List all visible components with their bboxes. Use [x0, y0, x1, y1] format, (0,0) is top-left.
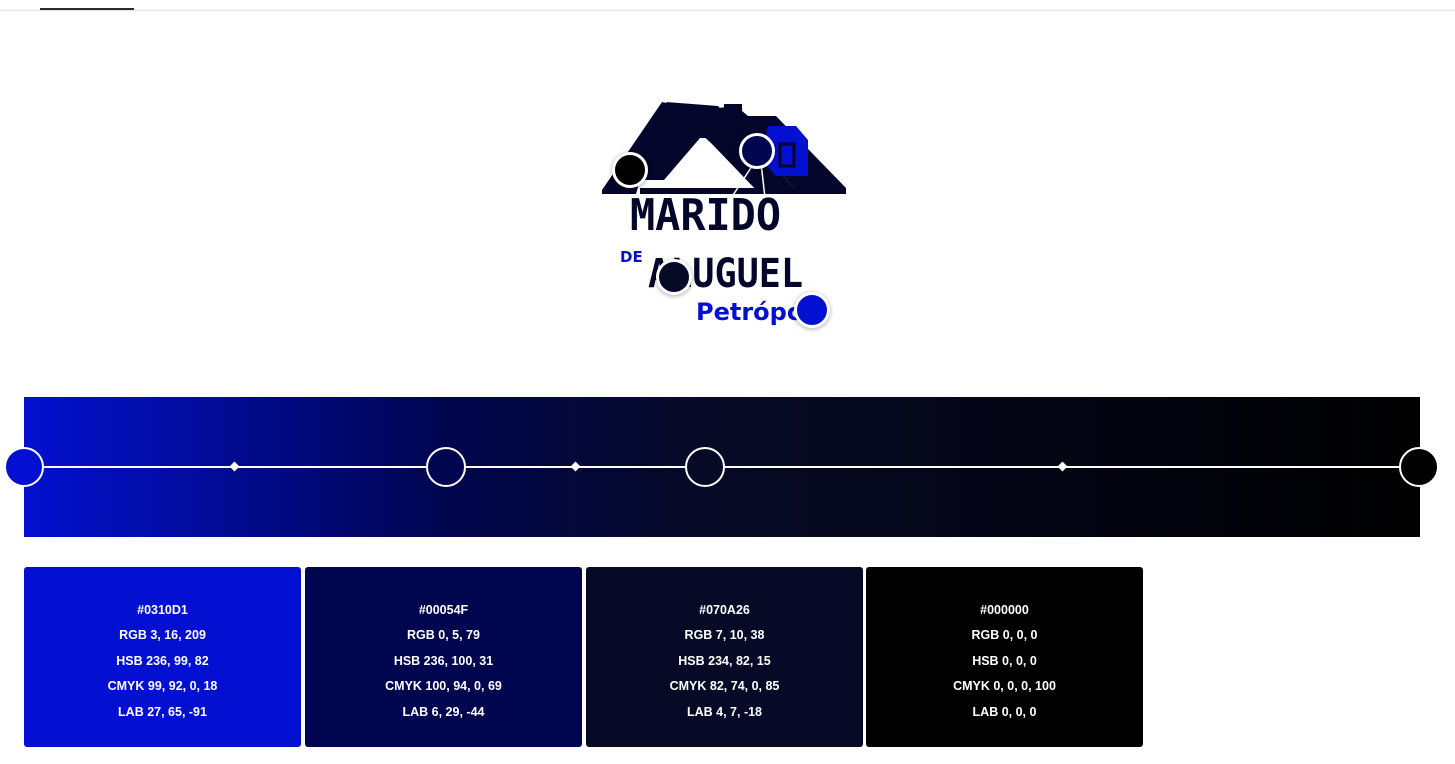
swatch-cmyk: CMYK 99, 92, 0, 18 — [107, 679, 218, 694]
color-picker-handle-dark-navy[interactable] — [656, 259, 692, 295]
swatch-cmyk: CMYK 100, 94, 0, 69 — [385, 679, 502, 694]
logo-city: Petrópc — [696, 298, 802, 326]
swatch-rgb: RGB 7, 10, 38 — [684, 628, 765, 643]
color-swatch-card[interactable]: #070A26 RGB 7, 10, 38 HSB 234, 82, 15 CM… — [586, 567, 863, 747]
swatch-lab: LAB 4, 7, -18 — [686, 704, 763, 719]
swatch-hex: #00054F — [418, 603, 469, 617]
color-picker-handle-black[interactable] — [612, 152, 648, 188]
active-tab-indicator[interactable] — [40, 8, 134, 10]
logo-line-marido: MARIDO — [630, 190, 782, 241]
top-tab-bar — [0, 0, 1455, 11]
swatch-hsb: HSB 236, 100, 31 — [393, 653, 494, 668]
gradient-stop-handle[interactable] — [426, 447, 466, 487]
color-picker-handle-blue[interactable] — [794, 292, 830, 328]
swatch-hsb: HSB 234, 82, 15 — [678, 653, 771, 668]
logo-word-de: DE — [620, 248, 643, 266]
gradient-stop-handle[interactable] — [4, 447, 44, 487]
swatch-hsb: HSB 236, 99, 82 — [116, 653, 209, 668]
color-picker-handle-navy[interactable] — [739, 133, 775, 169]
swatch-lab: LAB 0, 0, 0 — [972, 704, 1037, 719]
gradient-stop-handle[interactable] — [685, 447, 725, 487]
swatch-cmyk: CMYK 0, 0, 0, 100 — [953, 679, 1056, 694]
swatch-hex: #0310D1 — [137, 603, 188, 617]
swatch-rgb: RGB 0, 0, 0 — [971, 628, 1038, 643]
swatch-lab: LAB 27, 65, -91 — [118, 704, 207, 719]
color-swatch-card[interactable]: #00054F RGB 0, 5, 79 HSB 236, 100, 31 CM… — [305, 567, 582, 747]
swatch-rgb: RGB 3, 16, 209 — [119, 628, 206, 643]
swatch-hex: #000000 — [980, 603, 1029, 617]
swatch-hsb: HSB 0, 0, 0 — [972, 653, 1037, 668]
swatch-hex: #070A26 — [699, 603, 750, 617]
gradient-stop-handle[interactable] — [1399, 447, 1439, 487]
color-swatch-card[interactable]: #000000 RGB 0, 0, 0 HSB 0, 0, 0 CMYK 0, … — [866, 567, 1143, 747]
swatch-rgb: RGB 0, 5, 79 — [407, 628, 480, 643]
swatch-cmyk: CMYK 82, 74, 0, 85 — [669, 679, 780, 694]
swatch-lab: LAB 6, 29, -44 — [402, 704, 485, 719]
color-swatch-card[interactable]: #0310D1 RGB 3, 16, 209 HSB 236, 99, 82 C… — [24, 567, 301, 747]
